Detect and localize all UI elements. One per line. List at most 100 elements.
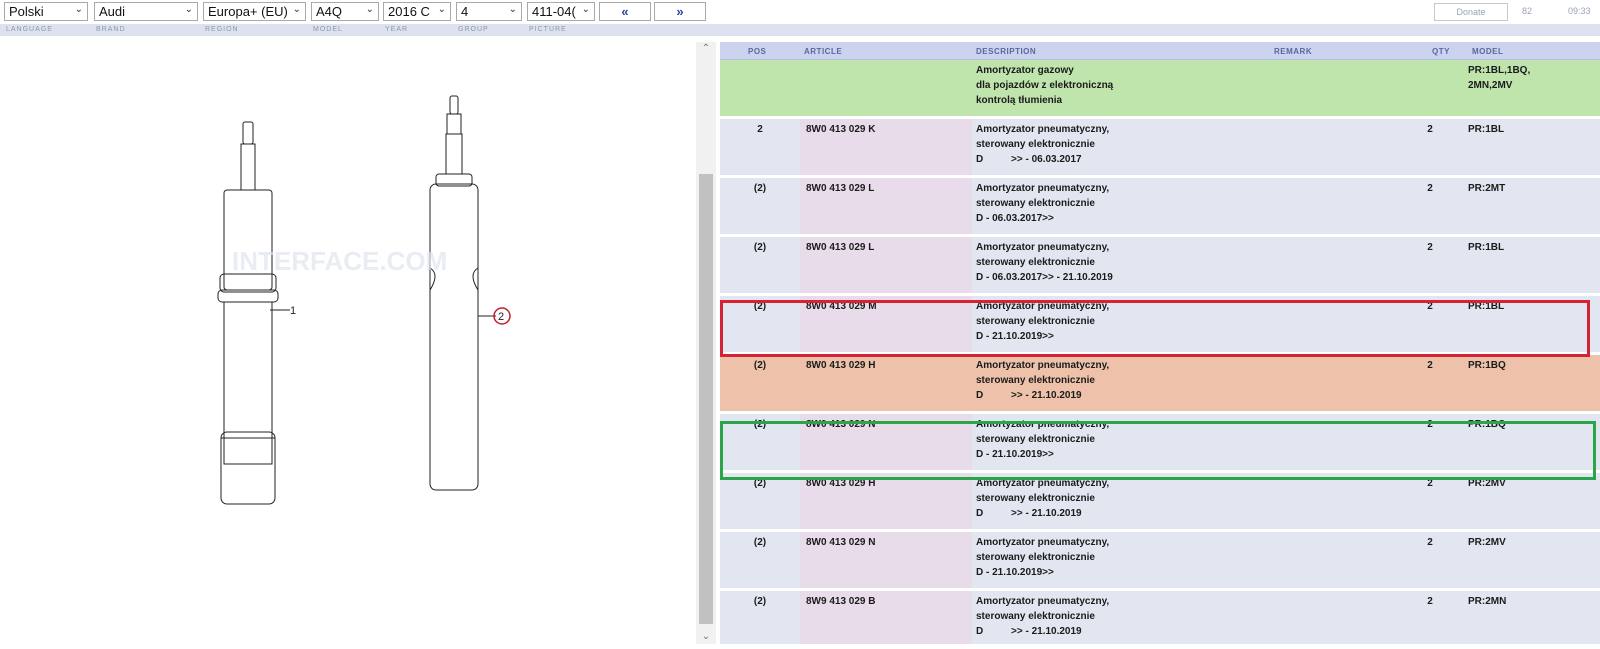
description-line: sterowany elektronicznie <box>976 316 1095 327</box>
cell-pos: (2) <box>753 596 767 607</box>
cell-description: Amortyzator pneumatyczny, sterowany elekt… <box>972 237 1420 293</box>
cell-description: Amortyzator pneumatyczny, sterowany elekt… <box>972 414 1420 470</box>
table-row[interactable]: (2) 8W0 413 029 N Amortyzator pneumatyczny… <box>720 532 1600 588</box>
table-row[interactable]: (2) 8W0 413 029 L Amortyzator pneumatyczny… <box>720 237 1600 293</box>
header-article: ARTICLE <box>804 47 843 56</box>
parts-diagram: 1 2 INTERFACE.COM <box>0 36 692 644</box>
model-line: PR:2MN <box>1468 596 1507 607</box>
table-scrollbar[interactable]: ⌃ ⌄ <box>696 42 716 644</box>
description-line: D >> - 21.10.2019 <box>976 508 1082 519</box>
cell-pos <box>720 60 800 116</box>
next-picture-button[interactable]: » <box>654 2 706 21</box>
cell-model: PR:2MN <box>1460 591 1580 644</box>
cell-article <box>800 60 972 116</box>
model-value: A4Q <box>316 4 343 19</box>
header-description: DESCRIPTION <box>976 47 1037 56</box>
table-row[interactable]: (2) 8W0 413 029 L Amortyzator pneumatyczny… <box>720 178 1600 234</box>
cell-model: PR:1BL <box>1460 296 1580 352</box>
description-line: Amortyzator pneumatyczny, <box>976 360 1110 371</box>
description-line: sterowany elektronicznie <box>976 552 1095 563</box>
year-select[interactable]: 2016 C ⌄ <box>383 2 451 21</box>
description-line: Amortyzator pneumatyczny, <box>976 419 1110 430</box>
language-select[interactable]: Polski ⌄ <box>4 2 88 21</box>
cell-model: PR:1BL <box>1460 119 1580 175</box>
label-language: LANGUAGE <box>6 26 53 33</box>
cell-pos: (2) <box>753 301 767 312</box>
description-line: Amortyzator pneumatyczny, <box>976 124 1110 135</box>
label-brand: BRAND <box>96 26 126 33</box>
model-line: PR:1BL <box>1468 124 1505 135</box>
cell-description: Amortyzator pneumatyczny, sterowany elekt… <box>972 532 1420 588</box>
description-line: D - 21.10.2019>> <box>976 331 1054 342</box>
model-select[interactable]: A4Q ⌄ <box>311 2 379 21</box>
selector-labels: LANGUAGE BRAND REGION MODEL YEAR GROUP P… <box>0 24 1600 36</box>
label-picture: PICTURE <box>529 26 567 33</box>
part-2-rod-tip <box>449 95 459 115</box>
cell-article: 8W9 413 029 B <box>800 591 972 644</box>
description-line: sterowany elektronicznie <box>976 375 1095 386</box>
picture-select[interactable]: 411-04( ⌄ <box>527 2 595 21</box>
description-line: dla pojazdów z elektroniczną <box>976 80 1114 91</box>
table-row[interactable]: (2) 8W0 413 029 H Amortyzator pneumatyczny… <box>720 473 1600 529</box>
description-line: D - 21.10.2019>> <box>976 567 1054 578</box>
cell-description: Amortyzator pneumatyczny, sterowany elekt… <box>972 473 1420 529</box>
cell-article: 8W0 413 029 K <box>800 119 972 175</box>
table-row[interactable]: (2) 8W0 413 029 N Amortyzator pneumatyczny… <box>720 414 1600 470</box>
description-line: D - 06.03.2017>> <box>976 213 1054 224</box>
callout-1-label[interactable]: 1 <box>290 305 296 317</box>
table-row[interactable]: 2 8W0 413 029 K Amortyzator pneumatyczny, s… <box>720 119 1600 175</box>
picture-value: 411-04( <box>532 4 576 19</box>
table-row[interactable]: Amortyzator gazowy dla pojazdów z elektro… <box>720 60 1600 116</box>
header-pos: POS <box>748 47 767 56</box>
cell-pos: 2 <box>757 124 763 135</box>
chevron-down-icon: ⌄ <box>184 4 193 15</box>
table-row[interactable]: (2) 8W0 413 029 H Amortyzator pneumatyczny… <box>720 355 1600 411</box>
cell-article: 8W0 413 029 N <box>800 532 972 588</box>
table-header: POS ARTICLE DESCRIPTION REMARK QTY MODEL <box>720 42 1600 60</box>
counter-value: 82 <box>1522 6 1533 16</box>
description-line: kontrolą tłumienia <box>976 95 1063 106</box>
cell-model: PR:1BL,1BQ, 2MN,2MV <box>1460 60 1580 116</box>
model-line: PR:1BL <box>1468 301 1505 312</box>
description-line: Amortyzator pneumatyczny, <box>976 478 1110 489</box>
cell-description: Amortyzator pneumatyczny, sterowany elekt… <box>972 296 1420 352</box>
group-select[interactable]: 4 ⌄ <box>456 2 522 21</box>
top-toolbar: Polski ⌄ Audi ⌄ Europa+ (EU) ⌄ A4Q ⌄ 201… <box>0 0 1600 24</box>
chevron-down-icon: ⌄ <box>74 4 83 15</box>
clock-value: 09:33 <box>1568 6 1591 16</box>
chevron-down-icon: ⌄ <box>292 4 301 15</box>
description-line: sterowany elektronicznie <box>976 257 1095 268</box>
cell-article: 8W0 413 029 N <box>800 414 972 470</box>
chevron-down-icon: ⌄ <box>365 4 374 15</box>
callout-2-label[interactable]: 2 <box>498 311 504 323</box>
table-row[interactable]: (2) 8W9 413 029 B Amortyzator pneumatyczny… <box>720 591 1600 644</box>
table-row[interactable]: (2) 8W0 413 029 M Amortyzator pneumatyczny… <box>720 296 1600 352</box>
part-2-body <box>429 183 479 491</box>
cell-pos: (2) <box>753 360 767 371</box>
cell-model: PR:1BQ <box>1460 414 1580 470</box>
part-1-collar <box>219 273 277 293</box>
cell-description: Amortyzator pneumatyczny, sterowany elekt… <box>972 178 1420 234</box>
cell-qty: 2 <box>1427 596 1433 607</box>
scroll-up-icon[interactable]: ⌃ <box>696 42 716 56</box>
scroll-down-icon[interactable]: ⌄ <box>696 630 716 644</box>
model-line: 2MN,2MV <box>1468 80 1513 91</box>
brand-select[interactable]: Audi ⌄ <box>94 2 198 21</box>
cell-qty: 2 <box>1427 301 1433 312</box>
region-select[interactable]: Europa+ (EU) ⌄ <box>203 2 306 21</box>
scroll-thumb[interactable] <box>699 174 713 624</box>
cell-article: 8W0 413 029 H <box>806 360 876 371</box>
cell-model: PR:2MV <box>1460 532 1580 588</box>
cell-pos: (2) <box>753 242 767 253</box>
cell-qty: 2 <box>1427 478 1433 489</box>
description-line: Amortyzator pneumatyczny, <box>976 596 1110 607</box>
chevron-down-icon: ⌄ <box>508 4 517 15</box>
model-line: PR:1BQ <box>1468 360 1506 371</box>
description-line: Amortyzator pneumatyczny, <box>976 301 1110 312</box>
description-line: Amortyzator gazowy <box>976 65 1074 76</box>
cell-description: Amortyzator pneumatyczny, sterowany elekt… <box>972 119 1420 175</box>
cell-pos: (2) <box>753 478 767 489</box>
donate-button[interactable]: Donate <box>1434 3 1508 21</box>
model-line: PR:1BQ <box>1468 419 1506 430</box>
prev-picture-button[interactable]: « <box>599 2 651 21</box>
